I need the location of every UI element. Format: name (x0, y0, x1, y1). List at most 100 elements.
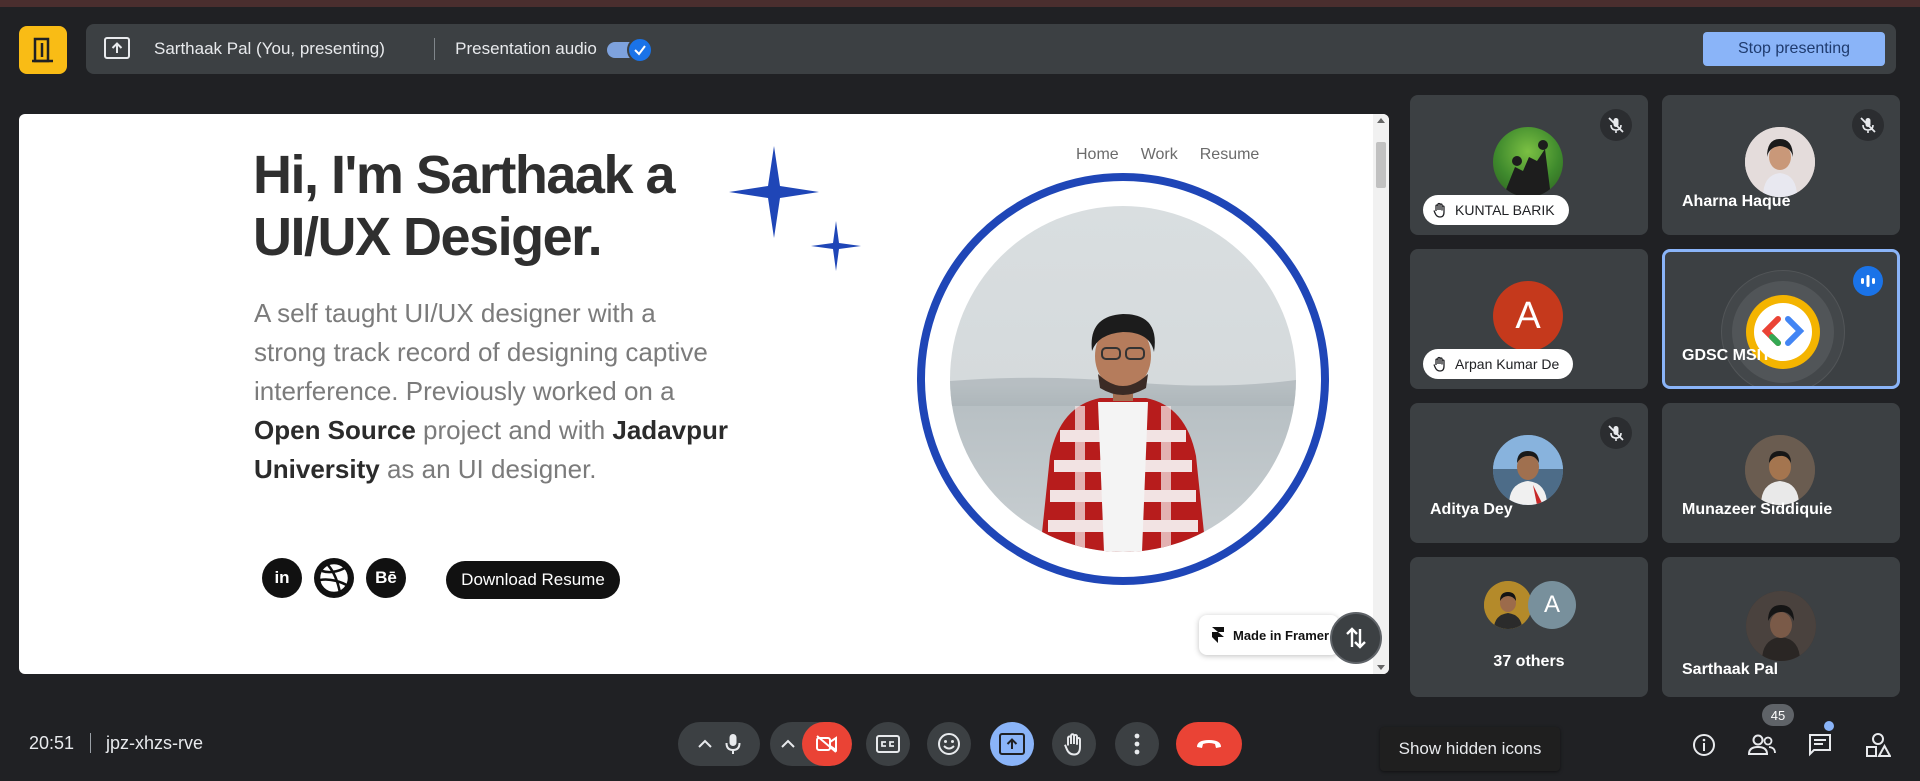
captions-button[interactable] (866, 722, 910, 766)
portrait-image (1493, 435, 1563, 505)
camera-off-icon (816, 735, 837, 753)
participant-tile-gdsc-msit[interactable]: GDSC MSIT (1662, 249, 1900, 389)
more-vert-icon (1134, 733, 1140, 755)
presenting-bar: Sarthaak Pal (You, presenting) Presentat… (86, 24, 1896, 74)
participant-name: Aditya Dey (1430, 501, 1513, 518)
raise-hand-button[interactable] (1052, 722, 1096, 766)
present-now-button[interactable] (990, 722, 1034, 766)
participant-initial-avatar: A (1493, 281, 1563, 351)
behance-icon[interactable]: Bē (366, 558, 406, 598)
muted-indicator (1600, 109, 1632, 141)
speaking-indicator (1853, 266, 1883, 296)
portrait-image (1745, 127, 1815, 197)
participant-tile-sarthaak-pal[interactable]: Sarthaak Pal (1662, 557, 1900, 697)
raised-hand-icon (1433, 356, 1445, 372)
presenter-label: Sarthaak Pal (You, presenting) (154, 39, 385, 58)
present-screen-icon (104, 37, 130, 59)
nav-work[interactable]: Work (1141, 146, 1178, 164)
participant-count-badge: 45 (1762, 704, 1794, 726)
divider (90, 733, 91, 753)
chat-button[interactable] (1800, 725, 1840, 765)
participant-tile-munazeer-siddiquie[interactable]: Munazeer Siddiquie (1662, 403, 1900, 543)
participant-name: Arpan Kumar De (1455, 356, 1560, 372)
scroll-thumb[interactable] (1376, 142, 1386, 188)
slide-scrollbar[interactable] (1373, 114, 1389, 674)
participant-avatar (1745, 435, 1815, 505)
mic-off-icon (1860, 117, 1876, 133)
scroll-up-arrow[interactable] (1377, 118, 1385, 123)
swap-arrows-icon (1346, 627, 1366, 649)
sparkle-icon (729, 146, 861, 271)
profile-photo (950, 206, 1296, 552)
made-in-framer-badge[interactable]: Made in Framer (1199, 615, 1339, 655)
desc-bold-open-source: Open Source (254, 415, 416, 445)
mic-off-icon (1608, 425, 1624, 441)
meeting-code[interactable]: jpz-xhzs-rve (106, 733, 203, 754)
nav-resume[interactable]: Resume (1200, 146, 1260, 164)
meet-app-icon[interactable] (19, 26, 67, 74)
present-screen-icon (999, 733, 1025, 755)
linkedin-icon[interactable]: in (262, 558, 302, 598)
participant-name: Sarthaak Pal (1682, 661, 1779, 678)
presentation-audio-toggle[interactable] (607, 37, 653, 63)
portrait-image (1745, 435, 1815, 505)
dribbble-glyph (317, 561, 351, 595)
other-participant-avatar (1484, 581, 1532, 629)
raised-hand-icon (1064, 733, 1081, 756)
show-hidden-icons-tooltip: Show hidden icons (1380, 727, 1560, 771)
participant-name: Aharna Haque (1682, 193, 1791, 210)
activities-button[interactable] (1858, 725, 1898, 765)
participant-tile-kuntal-barik[interactable]: KUNTAL BARIK (1410, 95, 1648, 235)
more-options-button[interactable] (1115, 722, 1159, 766)
audio-levels-icon (1861, 275, 1875, 287)
other-participant-initial: A (1528, 581, 1576, 629)
participant-avatar (1493, 435, 1563, 505)
participant-tile-arpan-kumar-de[interactable]: A Arpan Kumar De (1410, 249, 1648, 389)
person-figure (950, 314, 1296, 552)
participant-avatar (1745, 127, 1815, 197)
desc-text-2: project and with (415, 415, 613, 445)
people-icon (1748, 734, 1776, 755)
door-icon (32, 37, 53, 63)
desc-text-1: A self taught UI/UX designer with a stro… (254, 298, 708, 406)
camera-control[interactable] (770, 722, 852, 766)
people-button[interactable] (1742, 725, 1782, 765)
presentation-audio-label: Presentation audio (455, 39, 597, 58)
download-resume-button[interactable]: Download Resume (446, 561, 620, 599)
check-icon (634, 45, 646, 56)
participant-tile-others[interactable]: A 37 others (1410, 557, 1648, 697)
nav-home[interactable]: Home (1076, 146, 1119, 164)
camera-off-button[interactable] (802, 722, 852, 766)
chevron-up-icon (698, 739, 712, 748)
meeting-details-button[interactable] (1684, 725, 1724, 765)
chevron-up-icon (781, 739, 795, 748)
reactions-button[interactable] (927, 722, 971, 766)
stop-presenting-button[interactable]: Stop presenting (1703, 32, 1885, 66)
chat-icon (1809, 734, 1831, 757)
profile-photo-ring (917, 173, 1329, 585)
participant-avatar (1746, 591, 1816, 661)
participant-tile-aharna-haque[interactable]: Aharna Haque (1662, 95, 1900, 235)
participant-name: GDSC MSIT (1682, 347, 1771, 364)
scroll-down-arrow[interactable] (1377, 665, 1385, 670)
others-count-label: 37 others (1493, 653, 1565, 670)
info-icon (1693, 734, 1715, 756)
hang-up-icon (1197, 740, 1221, 748)
activities-shapes-icon (1866, 733, 1891, 757)
leave-call-button[interactable] (1176, 722, 1242, 766)
participant-tile-aditya-dey[interactable]: Aditya Dey (1410, 403, 1648, 543)
microphone-control[interactable] (678, 722, 760, 766)
swap-layout-button[interactable] (1330, 612, 1382, 664)
closed-captions-icon (876, 735, 900, 753)
participant-name: KUNTAL BARIK (1455, 202, 1555, 218)
framer-icon (1212, 627, 1224, 643)
mic-off-icon (1608, 117, 1624, 133)
portrait-image (1484, 581, 1532, 629)
dribbble-icon[interactable] (314, 558, 354, 598)
shared-screen: Hi, I'm Sarthaak a UI/UX Desiger. A self… (19, 114, 1389, 674)
made-in-framer-label: Made in Framer (1233, 627, 1330, 643)
hero-title: Hi, I'm Sarthaak a UI/UX Desiger. (253, 145, 676, 267)
chat-notification-dot (1824, 721, 1834, 731)
portrait-image (1746, 591, 1816, 661)
emoji-icon (938, 733, 960, 755)
